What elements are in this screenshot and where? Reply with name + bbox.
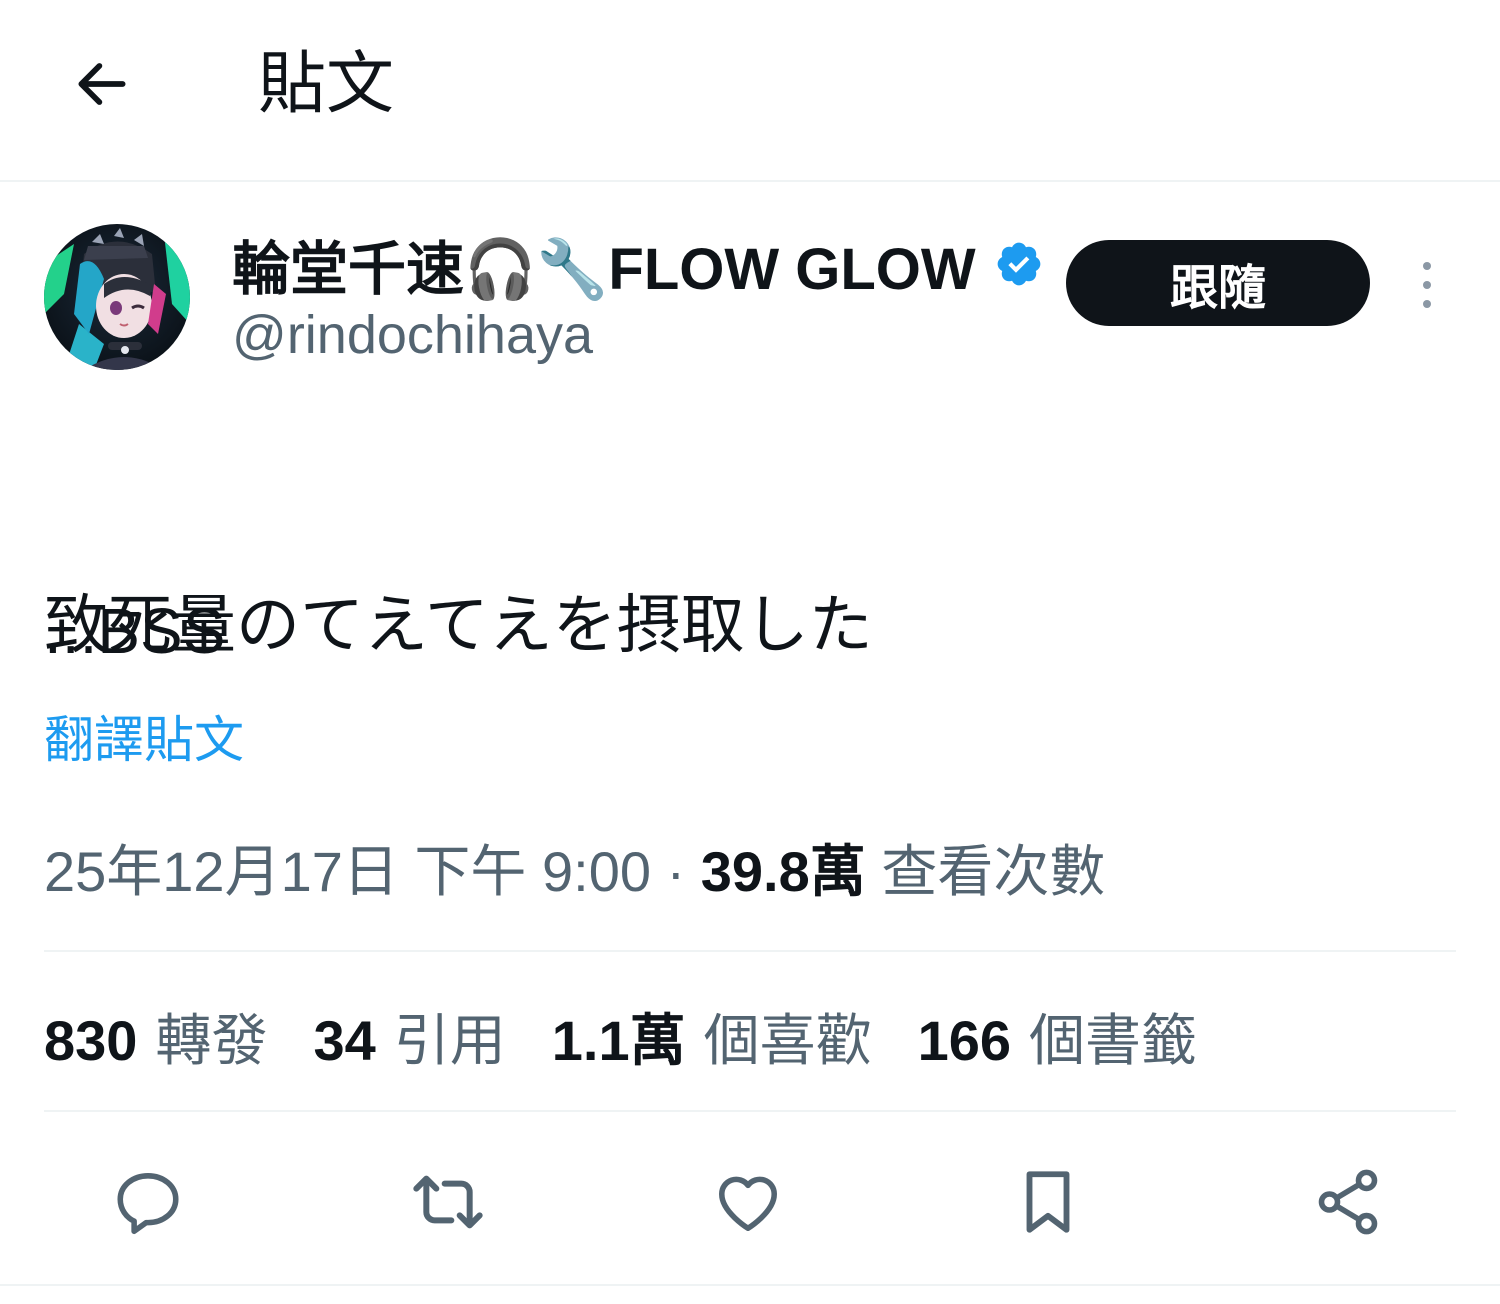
divider	[0, 1284, 1500, 1286]
back-arrow-icon	[78, 63, 126, 105]
retweet-icon	[413, 1175, 483, 1229]
stat-retweets[interactable]: 830 轉發	[44, 996, 267, 1077]
share-button[interactable]	[1308, 1162, 1388, 1242]
bookmark-button[interactable]	[1008, 1162, 1088, 1242]
stat-quotes[interactable]: 34 引用	[313, 996, 505, 1077]
views-count: 39.8萬	[700, 840, 866, 903]
stat-likes[interactable]: 1.1萬 個喜歡	[552, 996, 872, 1077]
timestamp[interactable]: 25年12月17日 下午 9:00	[44, 840, 651, 903]
share-icon	[1318, 1169, 1378, 1235]
bookmark-icon	[1026, 1171, 1070, 1233]
meta-separator: ·	[650, 840, 701, 903]
avatar-image	[44, 224, 190, 370]
author-display-name[interactable]: 輪堂千速🎧🔧FLOW GLOW	[232, 226, 1044, 302]
retweet-button[interactable]	[408, 1162, 488, 1242]
like-icon	[719, 1176, 777, 1231]
author-name-text: 輪堂千速🎧🔧FLOW GLOW	[232, 237, 976, 302]
avatar[interactable]	[44, 224, 190, 370]
page-title: 貼文	[258, 46, 395, 122]
translate-post-link[interactable]: 翻譯貼文	[44, 706, 244, 774]
top-app-bar: 貼文	[0, 0, 1500, 182]
divider	[44, 950, 1456, 952]
reply-button[interactable]	[108, 1162, 188, 1242]
follow-button[interactable]: 跟隨	[1066, 240, 1370, 326]
tweet-meta: 25年12月17日 下午 9:00 · 39.8萬 查看次數	[44, 834, 1105, 910]
tweet-text-line-2: ...BSS	[44, 595, 226, 667]
tweet-text-line-1: 致死量のてえてえを摂取した	[44, 589, 873, 661]
engagement-stats: 830 轉發 34 引用 1.1萬 個喜歡 166 個書籤	[44, 998, 1243, 1074]
more-vertical-icon	[1423, 262, 1431, 308]
tweet-text: 致死量のてえてえを摂取した ...BSS	[44, 400, 1454, 850]
stat-bookmarks[interactable]: 166 個書籤	[918, 996, 1197, 1077]
divider	[44, 1110, 1456, 1112]
back-button[interactable]	[62, 44, 142, 124]
more-options-button[interactable]	[1402, 250, 1452, 320]
views-label: 查看次數	[881, 840, 1106, 903]
verified-badge-icon[interactable]	[994, 239, 1044, 289]
author-handle[interactable]: @rindochihaya	[232, 300, 593, 370]
reply-icon	[117, 1173, 179, 1235]
like-button[interactable]	[708, 1162, 788, 1242]
action-bar	[0, 1140, 1500, 1260]
